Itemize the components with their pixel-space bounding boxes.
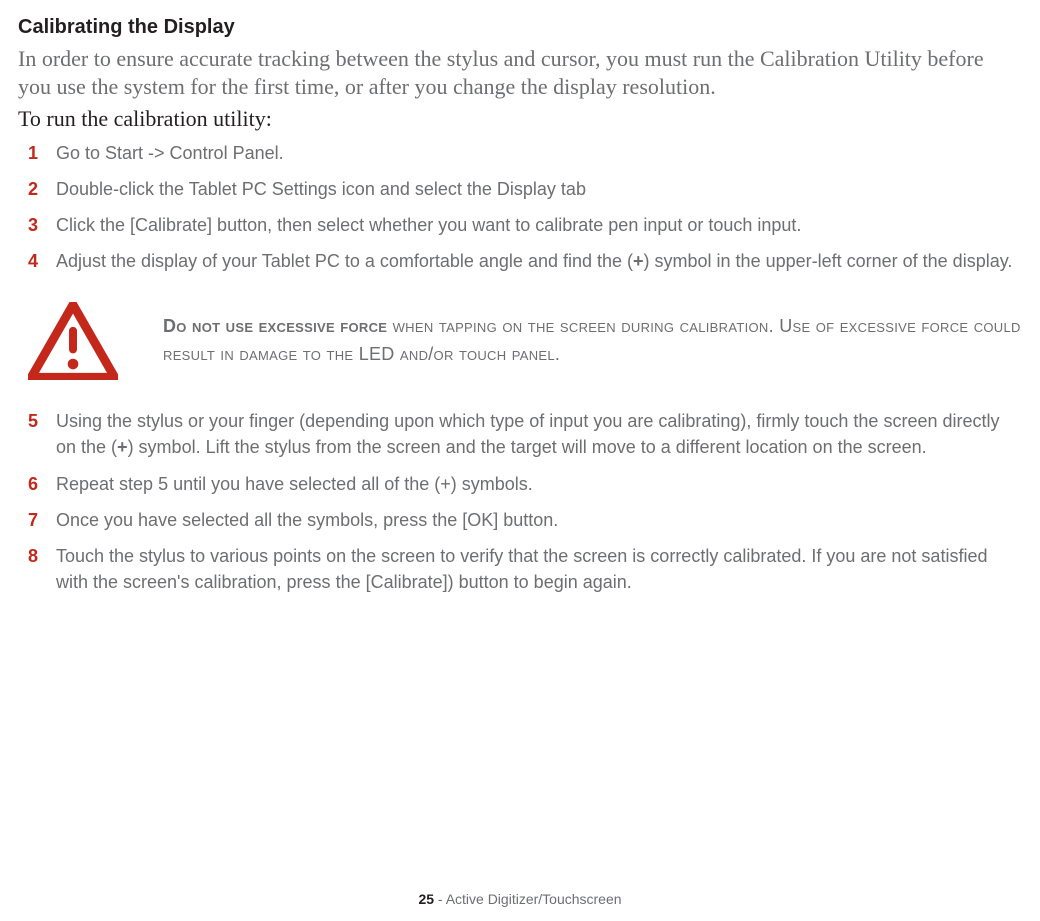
list-item: 8 Touch the stylus to various points on … bbox=[18, 543, 1022, 595]
step-number: 5 bbox=[28, 408, 56, 434]
warning-callout: Do not use excessive force when tapping … bbox=[28, 302, 1022, 380]
step-text: Go to Start -> Control Panel. bbox=[56, 140, 1022, 166]
step-text-post: ) symbol. Lift the stylus from the scree… bbox=[128, 437, 927, 457]
step-text-post: ) symbol in the upper-left corner of the… bbox=[644, 251, 1013, 271]
step-text: Once you have selected all the symbols, … bbox=[56, 507, 1022, 533]
step-number: 6 bbox=[28, 471, 56, 497]
plus-symbol: + bbox=[117, 437, 128, 457]
page-number: 25 bbox=[418, 891, 434, 907]
step-text: Click the [Calibrate] button, then selec… bbox=[56, 212, 1022, 238]
footer-section: Active Digitizer/Touchscreen bbox=[446, 891, 622, 907]
list-item: 4 Adjust the display of your Tablet PC t… bbox=[18, 248, 1022, 274]
step-number: 2 bbox=[28, 176, 56, 202]
footer-separator: - bbox=[434, 891, 446, 907]
plus-symbol: + bbox=[633, 251, 644, 271]
warning-triangle-icon bbox=[28, 302, 118, 380]
section-title: Calibrating the Display bbox=[18, 16, 1022, 39]
step-number: 8 bbox=[28, 543, 56, 569]
steps-list: 1 Go to Start -> Control Panel. 2 Double… bbox=[18, 140, 1022, 274]
step-text: Touch the stylus to various points on th… bbox=[56, 543, 1022, 595]
step-number: 1 bbox=[28, 140, 56, 166]
steps-list-continued: 5 Using the stylus or your finger (depen… bbox=[18, 408, 1022, 595]
page-footer: 25 - Active Digitizer/Touchscreen bbox=[0, 891, 1040, 907]
step-text: Using the stylus or your finger (dependi… bbox=[56, 408, 1022, 460]
warning-strong-text: Do not use excessive force bbox=[163, 316, 387, 336]
step-number: 7 bbox=[28, 507, 56, 533]
step-text: Double-click the Tablet PC Settings icon… bbox=[56, 176, 1022, 202]
intro-paragraph: In order to ensure accurate tracking bet… bbox=[18, 45, 1022, 100]
lead-sentence: To run the calibration utility: bbox=[18, 106, 1022, 132]
list-item: 2 Double-click the Tablet PC Settings ic… bbox=[18, 176, 1022, 202]
list-item: 6 Repeat step 5 until you have selected … bbox=[18, 471, 1022, 497]
step-number: 4 bbox=[28, 248, 56, 274]
step-text-pre: Adjust the display of your Tablet PC to … bbox=[56, 251, 633, 271]
step-text: Repeat step 5 until you have selected al… bbox=[56, 471, 1022, 497]
step-number: 3 bbox=[28, 212, 56, 238]
step-text: Adjust the display of your Tablet PC to … bbox=[56, 248, 1022, 274]
list-item: 3 Click the [Calibrate] button, then sel… bbox=[18, 212, 1022, 238]
list-item: 7 Once you have selected all the symbols… bbox=[18, 507, 1022, 533]
list-item: 1 Go to Start -> Control Panel. bbox=[18, 140, 1022, 166]
list-item: 5 Using the stylus or your finger (depen… bbox=[18, 408, 1022, 460]
warning-text: Do not use excessive force when tapping … bbox=[163, 313, 1022, 369]
